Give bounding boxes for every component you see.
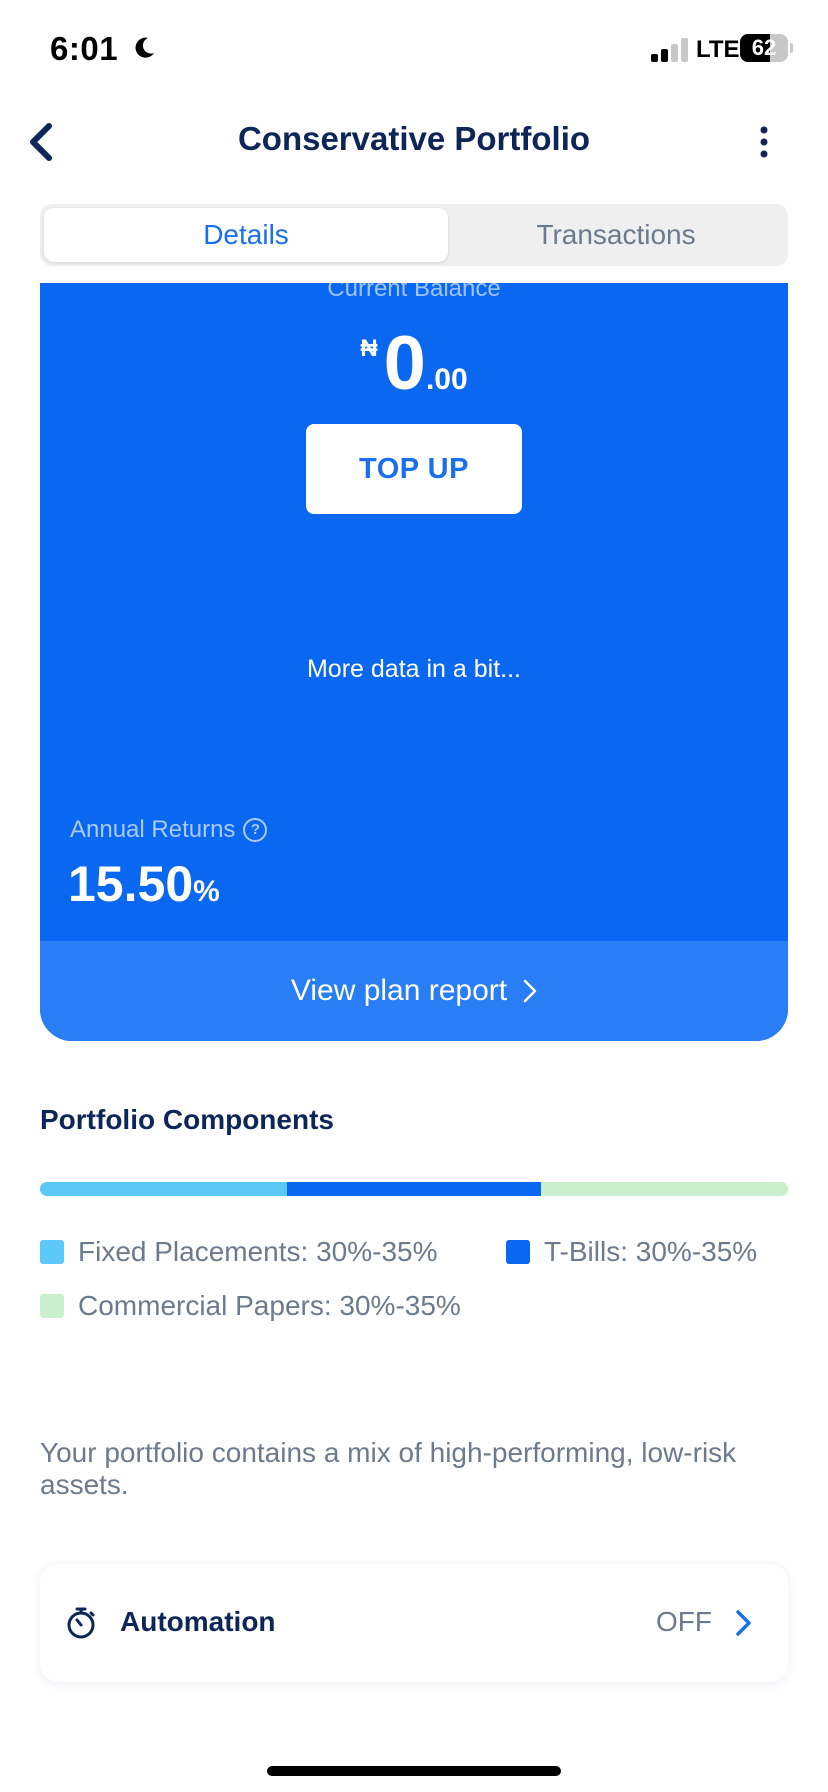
chevron-right-icon: [523, 979, 537, 1003]
balance-whole: 0: [383, 321, 426, 406]
allocation-segment: [40, 1182, 287, 1196]
top-up-button[interactable]: TOP UP: [306, 424, 522, 514]
tab-details[interactable]: Details: [44, 208, 448, 262]
balance-decimal: .00: [425, 363, 468, 396]
legend-label: Commercial Papers: 30%-35%: [78, 1290, 461, 1321]
battery-level: 62: [751, 35, 777, 60]
annual-returns-label: Annual Returns ?: [70, 816, 268, 844]
question-circle-icon[interactable]: ?: [243, 818, 268, 842]
more-options-button[interactable]: [748, 118, 780, 166]
network-type: LTE: [696, 36, 740, 63]
chevron-left-icon: [30, 123, 52, 161]
portfolio-components-title: Portfolio Components: [40, 1104, 334, 1135]
legend-label: T-Bills: 30%-35%: [544, 1236, 758, 1267]
automation-label: Automation: [120, 1606, 276, 1637]
automation-status: OFF: [656, 1606, 712, 1637]
legend-swatch: [40, 1294, 64, 1318]
allocation-segment: [286, 1182, 542, 1196]
legend-swatch: [506, 1240, 530, 1264]
allocation-bar: [40, 1182, 788, 1196]
view-plan-report-link[interactable]: View plan report: [40, 941, 788, 1041]
legend-swatch: [40, 1240, 64, 1264]
home-indicator[interactable]: [267, 1766, 561, 1776]
portfolio-description: Your portfolio contains a mix of high-pe…: [40, 1437, 737, 1500]
annual-returns-unit: %: [193, 875, 220, 908]
annual-returns-number: 15.50: [68, 856, 194, 912]
status-bar: 6:01 LTE 62: [0, 0, 828, 100]
annual-returns-label-text: Annual Returns: [70, 816, 236, 843]
battery-icon: 62: [740, 34, 793, 62]
legend-item-commercial-papers: Commercial Papers: 30%-35%: [40, 1290, 461, 1322]
status-time: 6:01: [50, 30, 119, 67]
tab-transactions[interactable]: Transactions: [448, 208, 784, 262]
segmented-tabs: Details Transactions: [40, 204, 788, 266]
balance-label: Current Balance: [327, 283, 501, 302]
moon-icon: [135, 37, 154, 58]
allocation-segment: [541, 1182, 788, 1196]
automation-row[interactable]: Automation OFF: [40, 1564, 788, 1682]
view-plan-report-label: View plan report: [290, 974, 508, 1007]
legend-item-fixed-placements: Fixed Placements: 30%-35%: [40, 1236, 438, 1268]
page-title: Conservative Portfolio: [237, 120, 591, 157]
legend-label: Fixed Placements: 30%-35%: [78, 1236, 438, 1267]
signal-icon: [651, 38, 688, 62]
currency-symbol: ₦: [360, 335, 378, 362]
chevron-right-icon: [736, 1610, 751, 1636]
back-button[interactable]: [20, 118, 60, 166]
stopwatch-icon: [67, 1607, 95, 1639]
annual-returns-value: 15.50%: [68, 855, 220, 913]
chart-placeholder-text: More data in a bit...: [306, 655, 521, 683]
balance-amount: ₦0.00: [40, 321, 788, 407]
vertical-dots-icon: [760, 126, 768, 158]
legend-item-t-bills: T-Bills: 30%-35%: [506, 1236, 757, 1268]
balance-card: Current Balance ₦0.00 TOP UP More data i…: [40, 283, 788, 1041]
